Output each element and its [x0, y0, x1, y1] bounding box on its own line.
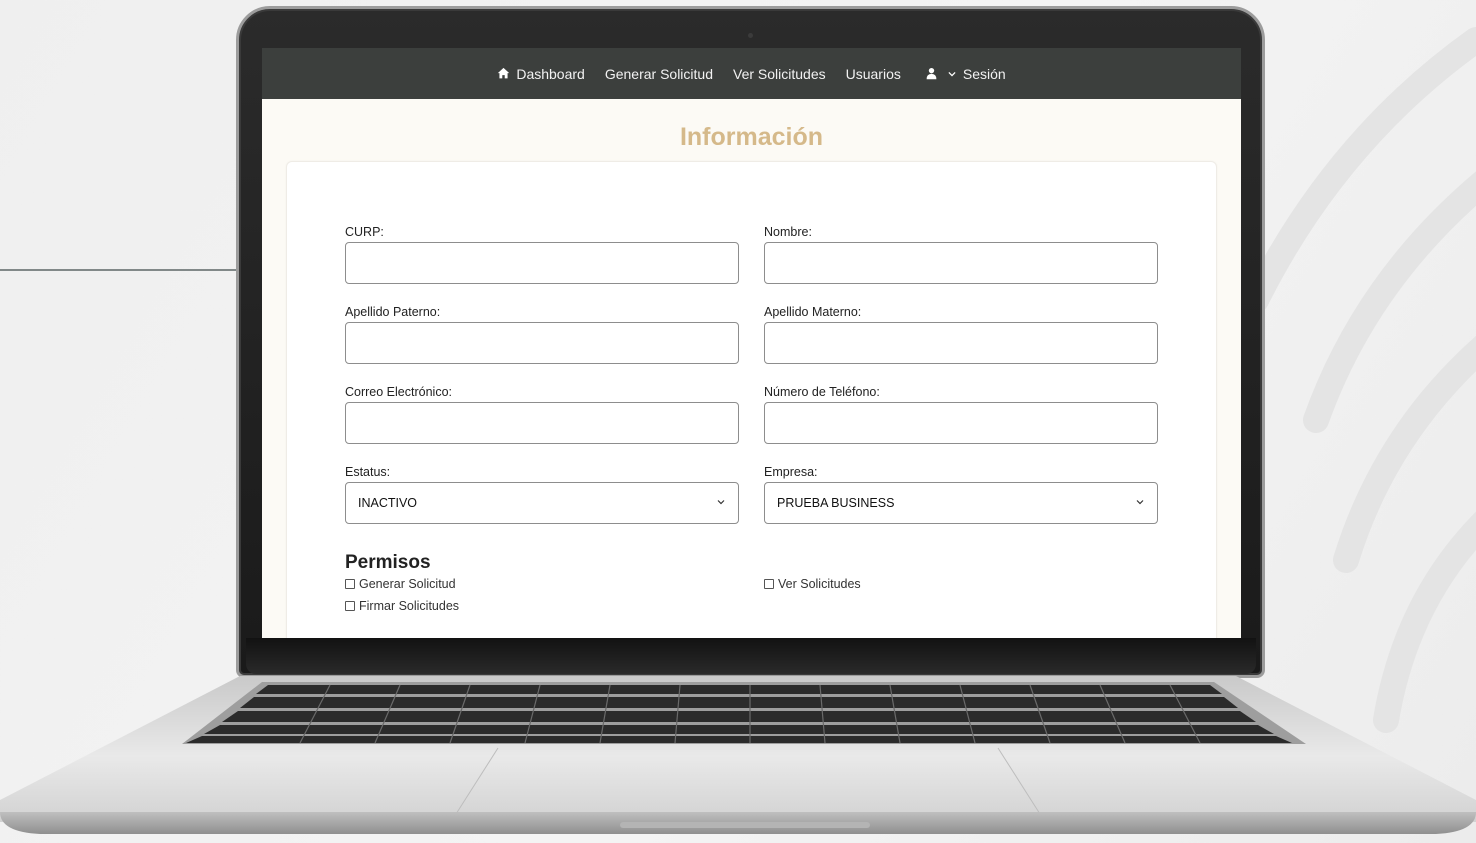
- perm-generar-solicitud-checkbox[interactable]: [345, 579, 355, 589]
- nombre-field: Nombre:: [764, 223, 1158, 303]
- perm-ver-solicitudes-checkbox[interactable]: [764, 579, 774, 589]
- nav-session-label: Sesión: [962, 65, 1006, 82]
- perm-generar-solicitud-label: Generar Solicitud: [359, 577, 456, 591]
- user-form: CURP: Nombre: Apellido Paterno: Apellido…: [345, 223, 1158, 543]
- nav-dashboard[interactable]: Dashboard: [497, 66, 585, 82]
- top-navbar: Dashboard Generar Solicitud Ver Solicitu…: [262, 48, 1241, 99]
- correo-label: Correo Electrónico:: [345, 385, 452, 399]
- curp-input[interactable]: [345, 242, 739, 284]
- nombre-input[interactable]: [764, 242, 1158, 284]
- apellido-materno-label: Apellido Materno:: [764, 305, 862, 319]
- telefono-label: Número de Teléfono:: [764, 385, 880, 399]
- user-icon: [925, 67, 938, 80]
- perm-generar-solicitud[interactable]: Generar Solicitud: [345, 575, 764, 593]
- nav-dashboard-label: Dashboard: [516, 65, 585, 82]
- permisos-section: Permisos Generar Solicitud Ver Solicitud…: [345, 552, 1158, 615]
- telefono-input[interactable]: [764, 402, 1158, 444]
- home-icon: [497, 67, 510, 80]
- perm-ver-solicitudes-label: Ver Solicitudes: [778, 577, 861, 591]
- nav-session-dropdown[interactable]: Sesión: [925, 66, 1006, 82]
- laptop-base: [0, 672, 1476, 843]
- chevron-down-icon: [716, 496, 726, 510]
- estatus-field: Estatus: INACTIVO: [345, 463, 739, 543]
- correo-field: Correo Electrónico:: [345, 383, 739, 463]
- apellido-materno-field: Apellido Materno:: [764, 303, 1158, 383]
- nav-generar-solicitud[interactable]: Generar Solicitud: [605, 66, 713, 82]
- chevron-down-icon: [947, 69, 957, 79]
- page-title: Información: [679, 123, 824, 151]
- permisos-title: Permisos: [345, 552, 431, 573]
- empresa-field: Empresa: PRUEBA BUSINESS: [764, 463, 1158, 543]
- perm-firmar-solicitudes-label: Firmar Solicitudes: [359, 599, 460, 613]
- empresa-select[interactable]: PRUEBA BUSINESS: [764, 482, 1158, 524]
- nav-usuarios-label: Usuarios: [845, 65, 901, 82]
- nav-generar-solicitud-label: Generar Solicitud: [604, 65, 713, 82]
- perm-firmar-solicitudes[interactable]: Firmar Solicitudes: [345, 597, 764, 615]
- perm-firmar-solicitudes-checkbox[interactable]: [345, 601, 355, 611]
- user-info-card: CURP: Nombre: Apellido Paterno: Apellido…: [286, 161, 1217, 638]
- webcam: [748, 33, 753, 38]
- curp-label: CURP:: [345, 225, 384, 239]
- nombre-label: Nombre:: [764, 225, 812, 239]
- nav-usuarios[interactable]: Usuarios: [846, 66, 901, 82]
- estatus-selected-value: INACTIVO: [358, 496, 418, 510]
- curp-field: CURP:: [345, 223, 739, 303]
- telefono-field: Número de Teléfono:: [764, 383, 1158, 463]
- apellido-paterno-field: Apellido Paterno:: [345, 303, 739, 383]
- chevron-down-icon: [1135, 496, 1145, 510]
- apellido-materno-input[interactable]: [764, 322, 1158, 364]
- empresa-selected-value: PRUEBA BUSINESS: [777, 496, 895, 510]
- empresa-label: Empresa:: [764, 465, 818, 479]
- estatus-select[interactable]: INACTIVO: [345, 482, 739, 524]
- apellido-paterno-label: Apellido Paterno:: [345, 305, 441, 319]
- nav-ver-solicitudes-label: Ver Solicitudes: [733, 65, 826, 82]
- apellido-paterno-input[interactable]: [345, 322, 739, 364]
- permisos-list: Generar Solicitud Ver Solicitudes Firmar…: [345, 575, 1158, 615]
- estatus-label: Estatus:: [345, 465, 391, 479]
- nav-ver-solicitudes[interactable]: Ver Solicitudes: [733, 66, 826, 82]
- perm-ver-solicitudes[interactable]: Ver Solicitudes: [764, 575, 1158, 593]
- correo-input[interactable]: [345, 402, 739, 444]
- laptop-bezel: [246, 638, 1256, 674]
- laptop-screen: Dashboard Generar Solicitud Ver Solicitu…: [262, 48, 1241, 638]
